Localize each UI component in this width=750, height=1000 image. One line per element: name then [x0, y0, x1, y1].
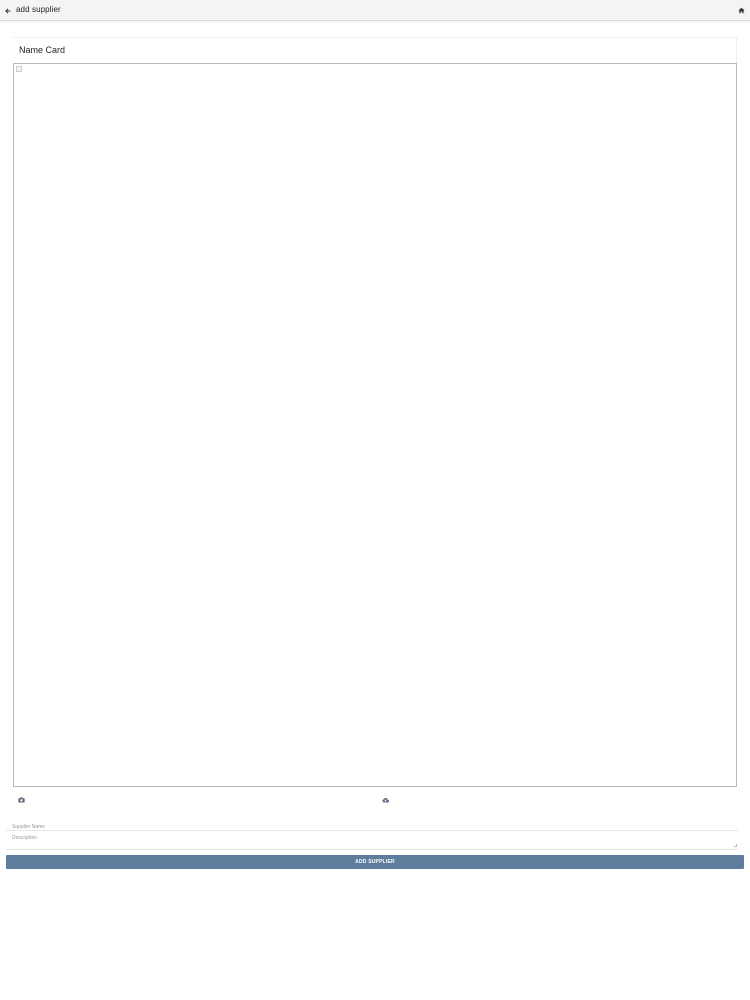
name-card-header: Name Card [13, 37, 737, 63]
home-button[interactable] [735, 4, 747, 17]
app-bar: add supplier [0, 0, 750, 21]
add-supplier-button[interactable]: ADD SUPPLIER [6, 855, 744, 869]
name-card-title: Name Card [19, 45, 66, 55]
name-card-image[interactable] [13, 63, 737, 787]
resize-handle[interactable] [734, 844, 737, 847]
broken-image-icon [16, 66, 22, 72]
cloud-upload-icon [381, 798, 389, 803]
camera-icon [17, 797, 25, 803]
description-input[interactable] [6, 832, 738, 849]
back-button[interactable] [2, 4, 14, 17]
description-field [6, 832, 738, 850]
supplier-name-field [6, 815, 738, 835]
camera-button[interactable] [17, 796, 25, 804]
arrow-left-icon [5, 8, 11, 13]
upload-button[interactable] [381, 796, 389, 804]
photo-actions [13, 795, 737, 805]
page-title: add supplier [16, 5, 61, 14]
home-icon [737, 7, 745, 14]
